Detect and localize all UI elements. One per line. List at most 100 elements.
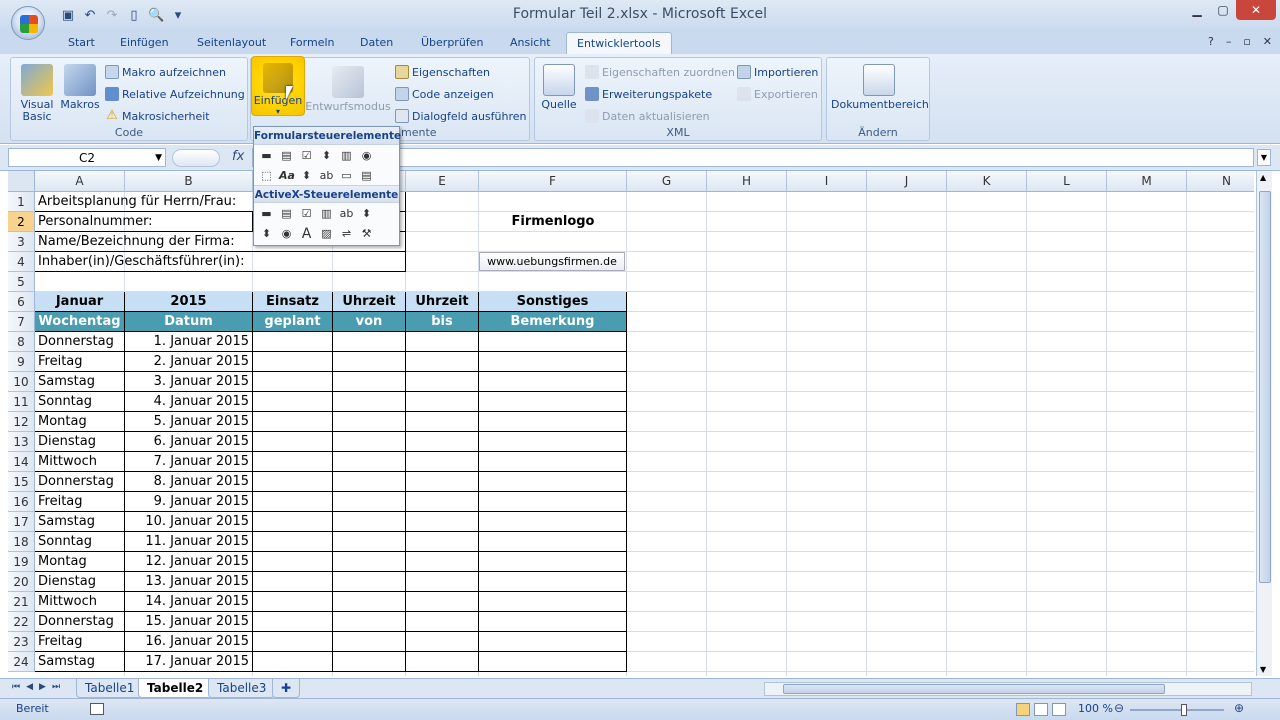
dokumentbereich-button[interactable]: Dokumentbereich [831, 64, 929, 111]
header-cell[interactable]: Uhrzeit [333, 292, 406, 312]
listbox-control-icon[interactable]: ▥ [338, 147, 355, 163]
subheader-cell[interactable]: geplant [253, 312, 333, 332]
ribbon-restore-icon[interactable]: ▫ [1243, 35, 1250, 48]
date-cell[interactable]: 11. Januar 2015 [125, 532, 253, 552]
ax-textbox-icon[interactable]: ab [338, 205, 355, 221]
sheet-tab-tabelle1[interactable]: Tabelle1 [76, 679, 144, 698]
table-cell[interactable] [253, 412, 333, 432]
table-cell[interactable] [479, 412, 627, 432]
column-header-f[interactable]: F [479, 171, 627, 192]
weekday-cell[interactable]: Freitag [35, 352, 125, 372]
row-header-2[interactable]: 2 [8, 212, 35, 232]
row-header-10[interactable]: 10 [8, 372, 35, 392]
weekday-cell[interactable]: Donnerstag [35, 472, 125, 492]
table-cell[interactable] [479, 612, 627, 632]
spinner-control-icon[interactable]: ⬍ [318, 147, 335, 163]
table-cell[interactable] [406, 452, 479, 472]
sheet-tab-tabelle2[interactable]: Tabelle2 [138, 679, 213, 698]
table-cell[interactable] [479, 372, 627, 392]
cell-firmenlogo[interactable]: Firmenlogo [479, 212, 627, 232]
table-cell[interactable] [479, 452, 627, 472]
ribbon-minimize-icon[interactable]: – [1226, 35, 1232, 48]
date-cell[interactable]: 16. Januar 2015 [125, 632, 253, 652]
row-header-1[interactable]: 1 [8, 192, 35, 212]
table-cell[interactable] [406, 432, 479, 452]
ax-spin-icon[interactable]: ⬍ [258, 225, 275, 241]
weekday-cell[interactable]: Montag [35, 552, 125, 572]
date-cell[interactable]: 1. Januar 2015 [125, 332, 253, 352]
formula-input[interactable] [252, 148, 1254, 167]
weekday-cell[interactable]: Freitag [35, 492, 125, 512]
zoom-slider-knob[interactable] [1181, 704, 1187, 716]
table-cell[interactable] [406, 332, 479, 352]
button-control-icon[interactable]: ▬ [258, 147, 275, 163]
maximize-button[interactable]: ▢ [1210, 0, 1236, 20]
eigenschaften-zuordnen-button[interactable]: Eigenschaften zuordnen [585, 65, 735, 79]
table-cell[interactable] [333, 632, 406, 652]
view-normal-icon[interactable] [1016, 703, 1030, 716]
table-cell[interactable] [479, 472, 627, 492]
scroll-down-icon[interactable]: ▼ [1260, 665, 1266, 674]
header-cell[interactable]: Januar [35, 292, 125, 312]
row-header-9[interactable]: 9 [8, 352, 35, 372]
zoom-out-icon[interactable]: ⊖ [1114, 701, 1124, 715]
date-cell[interactable]: 14. Januar 2015 [125, 592, 253, 612]
einfuegen-controls-button[interactable]: Einfügen ▾ [251, 56, 305, 116]
table-cell[interactable] [333, 432, 406, 452]
table-cell[interactable] [479, 352, 627, 372]
url-button[interactable]: www.uebungsfirmen.de [479, 252, 625, 271]
weekday-cell[interactable]: Dienstag [35, 432, 125, 452]
date-cell[interactable]: 15. Januar 2015 [125, 612, 253, 632]
table-cell[interactable] [406, 472, 479, 492]
table-cell[interactable] [406, 372, 479, 392]
ax-button-icon[interactable]: ▬ [258, 205, 275, 221]
vertical-scroll-thumb[interactable] [1259, 191, 1271, 583]
table-cell[interactable] [253, 532, 333, 552]
header-cell[interactable]: Uhrzeit [406, 292, 479, 312]
table-cell[interactable] [479, 532, 627, 552]
table-cell[interactable] [253, 592, 333, 612]
table-cell[interactable] [253, 612, 333, 632]
date-cell[interactable]: 8. Januar 2015 [125, 472, 253, 492]
expand-formula-icon[interactable]: ▼ [1257, 149, 1271, 166]
relative-aufzeichnung-button[interactable]: Relative Aufzeichnung [105, 87, 245, 101]
row-header-5[interactable]: 5 [8, 272, 35, 292]
dialogfeld-button[interactable]: Dialogfeld ausführen [395, 109, 527, 123]
insert-function-icon[interactable]: fx [232, 149, 244, 164]
exportieren-button[interactable]: Exportieren [737, 87, 818, 101]
table-cell[interactable] [253, 552, 333, 572]
weekday-cell[interactable]: Sonntag [35, 392, 125, 412]
table-cell[interactable] [333, 452, 406, 472]
tab-seitenlayout[interactable]: Seitenlayout [197, 36, 266, 49]
weekday-cell[interactable]: Donnerstag [35, 612, 125, 632]
name-box[interactable]: C2 ▼ [8, 148, 166, 167]
tab-formeln[interactable]: Formeln [290, 36, 335, 49]
column-header-j[interactable]: J [867, 171, 947, 192]
ax-image-icon[interactable]: ▨ [318, 225, 335, 241]
column-header-a[interactable]: A [35, 171, 125, 192]
weekday-cell[interactable]: Dienstag [35, 572, 125, 592]
table-cell[interactable] [406, 632, 479, 652]
ax-combobox-icon[interactable]: ▤ [278, 205, 295, 221]
view-layout-icon[interactable] [1034, 703, 1048, 716]
tab-ueberpruefen[interactable]: Überprüfen [421, 36, 483, 49]
table-cell[interactable] [406, 412, 479, 432]
table-cell[interactable] [479, 392, 627, 412]
macro-record-status-icon[interactable] [90, 703, 104, 715]
table-cell[interactable] [333, 492, 406, 512]
table-cell[interactable] [253, 392, 333, 412]
table-cell[interactable] [333, 332, 406, 352]
ax-toggle-icon[interactable]: ⇌ [338, 225, 355, 241]
subheader-cell[interactable]: bis [406, 312, 479, 332]
row-header-22[interactable]: 22 [8, 612, 35, 632]
table-cell[interactable] [479, 552, 627, 572]
table-cell[interactable] [479, 632, 627, 652]
table-cell[interactable] [333, 612, 406, 632]
table-cell[interactable] [253, 352, 333, 372]
date-cell[interactable]: 12. Januar 2015 [125, 552, 253, 572]
header-cell[interactable]: Sonstiges [479, 292, 627, 312]
zoom-slider[interactable] [1130, 704, 1224, 716]
column-header-n[interactable]: N [1187, 171, 1254, 192]
table-cell[interactable] [406, 532, 479, 552]
scroll-up-icon[interactable]: ▲ [1260, 173, 1266, 182]
